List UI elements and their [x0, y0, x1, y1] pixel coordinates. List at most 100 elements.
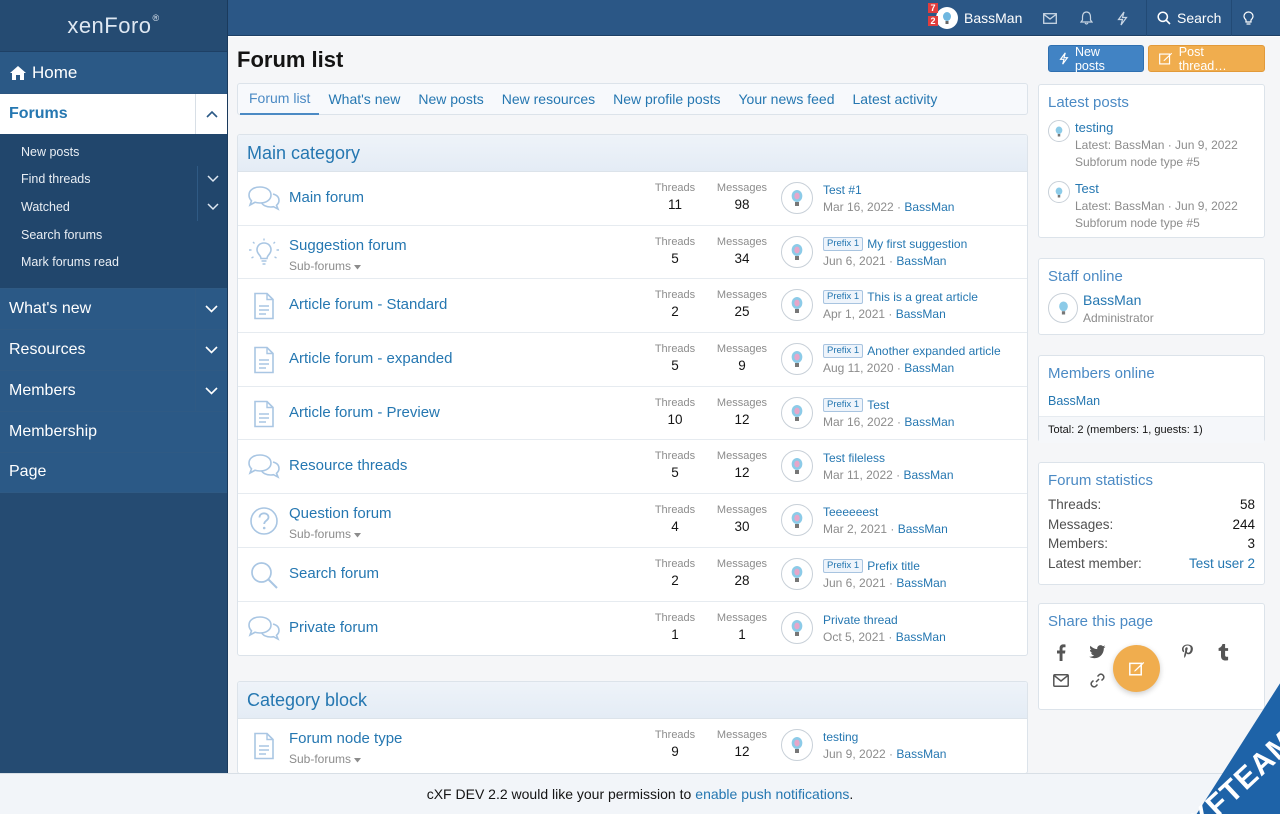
- forum-title[interactable]: Article forum - Standard: [289, 296, 447, 313]
- last-post-user[interactable]: BassMan: [896, 747, 946, 761]
- nav-members[interactable]: Members: [0, 369, 227, 411]
- forum-title[interactable]: Private forum: [289, 619, 378, 636]
- latest-member-link[interactable]: Test user 2: [1189, 556, 1255, 571]
- chevron-down-icon[interactable]: [197, 165, 227, 194]
- search-button[interactable]: Search: [1146, 0, 1233, 36]
- nav-home[interactable]: Home: [0, 52, 227, 94]
- subforums-toggle[interactable]: Sub-forums: [289, 527, 362, 541]
- forum-title[interactable]: Question forum: [289, 505, 392, 522]
- chevron-down-icon[interactable]: [195, 370, 227, 411]
- avatar[interactable]: [781, 235, 813, 268]
- forum-title[interactable]: Suggestion forum: [289, 237, 407, 254]
- avatar[interactable]: [781, 611, 813, 644]
- last-post-title[interactable]: Prefix 1 My first suggestion: [823, 236, 967, 251]
- nav-page[interactable]: Page: [0, 451, 227, 493]
- subforums-toggle[interactable]: Sub-forums: [289, 259, 362, 273]
- last-post-title[interactable]: Test fileless: [823, 451, 885, 465]
- last-post-title[interactable]: Prefix 1 This is a great article: [823, 290, 978, 305]
- tab-new-profile-posts[interactable]: New profile posts: [604, 84, 729, 115]
- avatar[interactable]: [781, 343, 813, 376]
- avatar[interactable]: [781, 289, 813, 322]
- tumblr-icon[interactable]: [1213, 642, 1233, 662]
- avatar[interactable]: [1048, 120, 1070, 142]
- chevron-down-icon[interactable]: [195, 329, 227, 370]
- enable-push-link[interactable]: enable push notifications: [695, 786, 849, 802]
- last-post-user[interactable]: BassMan: [904, 468, 954, 482]
- tab-latest-activity[interactable]: Latest activity: [844, 84, 947, 115]
- avatar[interactable]: [781, 396, 813, 429]
- nav-resources[interactable]: Resources: [0, 328, 227, 370]
- nav-forums[interactable]: Forums: [0, 94, 227, 134]
- envelope-icon[interactable]: [1032, 0, 1068, 36]
- logo[interactable]: xenForo®: [0, 0, 227, 52]
- last-post-title[interactable]: Teeeeeest: [823, 505, 878, 519]
- bell-icon[interactable]: [1068, 0, 1104, 36]
- post-thread-button[interactable]: Post thread…: [1148, 45, 1265, 73]
- new-posts-button[interactable]: New posts: [1048, 45, 1144, 73]
- avatar[interactable]: [781, 182, 813, 214]
- subnav-new-posts[interactable]: New posts: [0, 138, 227, 166]
- tab-new-posts[interactable]: New posts: [409, 84, 492, 115]
- tab-forum-list[interactable]: Forum list: [240, 84, 320, 115]
- link-icon[interactable]: [1087, 670, 1107, 690]
- widget-title[interactable]: Forum statistics: [1039, 463, 1264, 495]
- staff-name[interactable]: BassMan: [1083, 291, 1264, 308]
- nav-whats-new[interactable]: What's new: [0, 287, 227, 329]
- lightbulb-icon[interactable]: [1230, 0, 1266, 36]
- bolt-icon[interactable]: [1104, 0, 1140, 36]
- tab-whats-new[interactable]: What's new: [319, 84, 409, 115]
- latest-post-forum[interactable]: Subforum node type #5: [1075, 216, 1264, 230]
- last-post-user[interactable]: BassMan: [898, 522, 948, 536]
- tab-news-feed[interactable]: Your news feed: [730, 84, 844, 115]
- account-menu[interactable]: 7 2 BassMan: [928, 0, 1022, 36]
- pinterest-icon[interactable]: [1177, 642, 1197, 662]
- last-post-title[interactable]: testing: [823, 730, 858, 744]
- latest-post-title[interactable]: Test: [1075, 178, 1264, 196]
- envelope-icon[interactable]: [1051, 670, 1071, 690]
- avatar[interactable]: [781, 557, 813, 590]
- last-post-title[interactable]: Prefix 1 Another expanded article: [823, 344, 1001, 359]
- last-post-user[interactable]: BassMan: [904, 415, 954, 429]
- avatar[interactable]: [1048, 293, 1078, 323]
- last-post-user[interactable]: BassMan: [896, 576, 946, 590]
- widget-title[interactable]: Latest posts: [1039, 85, 1264, 117]
- forum-title[interactable]: Article forum - expanded: [289, 350, 452, 367]
- last-post-title[interactable]: Prefix 1 Prefix title: [823, 558, 920, 573]
- tab-new-resources[interactable]: New resources: [493, 84, 604, 115]
- last-post-user[interactable]: BassMan: [904, 200, 954, 214]
- widget-title[interactable]: Staff online: [1039, 259, 1264, 291]
- avatar[interactable]: [781, 504, 813, 537]
- chevron-down-icon[interactable]: [197, 193, 227, 221]
- forum-title[interactable]: Main forum: [289, 189, 364, 206]
- category-title[interactable]: Main category: [238, 135, 1027, 172]
- last-post-user[interactable]: BassMan: [904, 361, 954, 375]
- nav-membership[interactable]: Membership: [0, 410, 227, 452]
- forum-title[interactable]: Article forum - Preview: [289, 404, 440, 421]
- last-post-user[interactable]: BassMan: [896, 630, 946, 644]
- subnav-find-threads[interactable]: Find threads: [0, 165, 227, 194]
- forum-title[interactable]: Resource threads: [289, 457, 407, 474]
- last-post-user[interactable]: BassMan: [896, 254, 946, 268]
- subforums-toggle[interactable]: Sub-forums: [289, 752, 362, 766]
- widget-title[interactable]: Members online: [1039, 356, 1264, 388]
- category-title[interactable]: Category block: [238, 682, 1027, 719]
- last-post-title[interactable]: Test #1: [823, 183, 862, 197]
- subnav-watched[interactable]: Watched: [0, 193, 227, 221]
- quick-post-button[interactable]: [1113, 645, 1160, 692]
- avatar[interactable]: [781, 450, 813, 483]
- forum-title[interactable]: Search forum: [289, 565, 379, 582]
- last-post-title[interactable]: Private thread: [823, 613, 898, 627]
- forum-title[interactable]: Forum node type: [289, 730, 402, 747]
- last-post-title[interactable]: Prefix 1 Test: [823, 397, 889, 412]
- close-icon[interactable]: ✕: [1250, 786, 1263, 806]
- facebook-icon[interactable]: [1051, 642, 1071, 662]
- subnav-search-forums[interactable]: Search forums: [0, 221, 227, 249]
- avatar[interactable]: [1048, 181, 1070, 203]
- online-member[interactable]: BassMan: [1039, 388, 1264, 416]
- latest-post-forum[interactable]: Subforum node type #5: [1075, 155, 1264, 169]
- subnav-mark-read[interactable]: Mark forums read: [0, 248, 227, 276]
- twitter-icon[interactable]: [1087, 642, 1107, 662]
- avatar[interactable]: [781, 729, 813, 761]
- chevron-up-icon[interactable]: [195, 94, 227, 134]
- last-post-user[interactable]: BassMan: [896, 307, 946, 321]
